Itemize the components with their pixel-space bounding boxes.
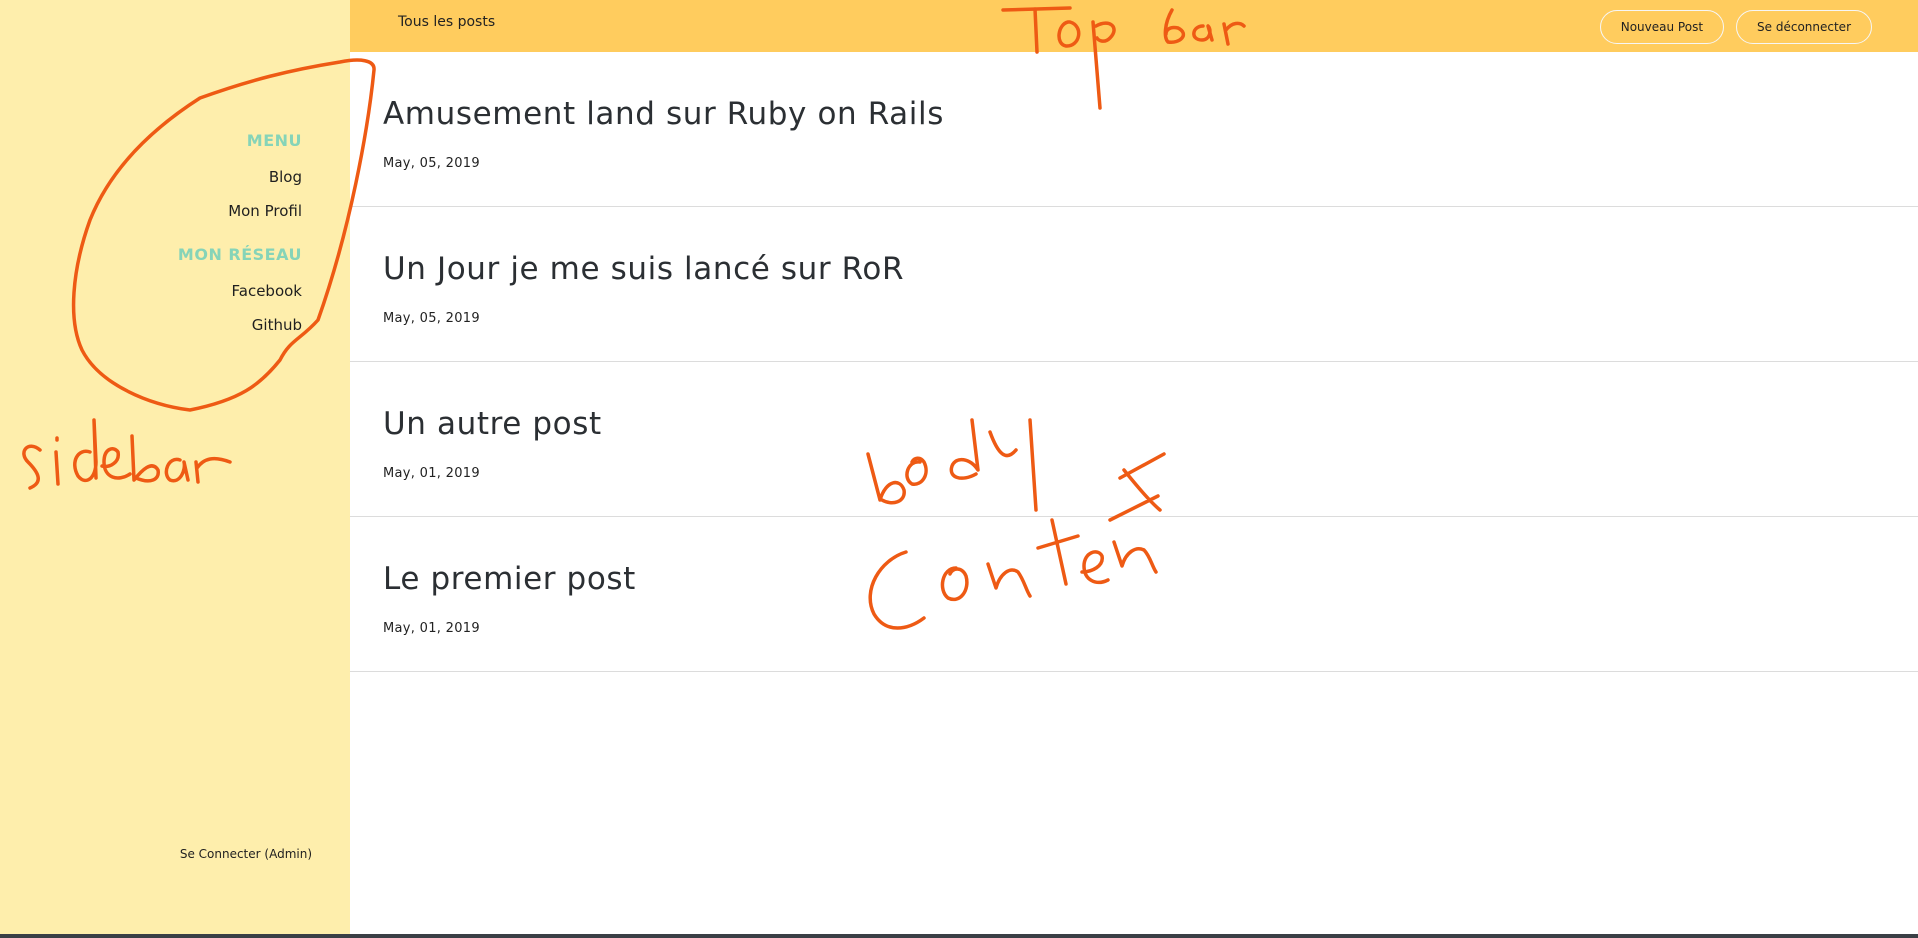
post-item: Un autre post May, 01, 2019 bbox=[350, 362, 1918, 517]
sidebar-item-mon-profil[interactable]: Mon Profil bbox=[178, 194, 302, 228]
sidebar-nav: MENU Blog Mon Profil MON RÉSEAU Facebook… bbox=[178, 130, 302, 342]
logout-button[interactable]: Se déconnecter bbox=[1736, 10, 1872, 44]
post-item: Amusement land sur Ruby on Rails May, 05… bbox=[350, 52, 1918, 207]
post-date: May, 05, 2019 bbox=[383, 156, 480, 171]
all-posts-link[interactable]: Tous les posts bbox=[398, 14, 495, 30]
taskbar-edge bbox=[0, 934, 1918, 938]
sidebar-item-facebook[interactable]: Facebook bbox=[178, 274, 302, 308]
post-title[interactable]: Un autre post bbox=[383, 406, 602, 442]
new-post-button[interactable]: Nouveau Post bbox=[1599, 10, 1725, 44]
post-date: May, 05, 2019 bbox=[383, 311, 480, 326]
network-heading: MON RÉSEAU bbox=[177, 245, 302, 264]
post-item: Un Jour je me suis lancé sur RoR May, 05… bbox=[350, 207, 1918, 362]
sidebar-item-blog[interactable]: Blog bbox=[178, 160, 302, 194]
sidebar-item-github[interactable]: Github bbox=[178, 308, 302, 342]
topbar-actions: Nouveau Post Se déconnecter bbox=[1599, 10, 1872, 44]
post-date: May, 01, 2019 bbox=[383, 621, 480, 636]
post-title[interactable]: Amusement land sur Ruby on Rails bbox=[383, 96, 944, 132]
admin-login-link[interactable]: Se Connecter (Admin) bbox=[180, 847, 312, 861]
posts-list: Amusement land sur Ruby on Rails May, 05… bbox=[350, 52, 1918, 938]
app-window: MENU Blog Mon Profil MON RÉSEAU Facebook… bbox=[0, 0, 1918, 938]
post-title[interactable]: Un Jour je me suis lancé sur RoR bbox=[383, 251, 904, 287]
sidebar: MENU Blog Mon Profil MON RÉSEAU Facebook… bbox=[0, 0, 350, 938]
top-bar: Tous les posts Nouveau Post Se déconnect… bbox=[350, 0, 1918, 52]
menu-heading: MENU bbox=[246, 131, 302, 150]
post-date: May, 01, 2019 bbox=[383, 466, 480, 481]
post-item: Le premier post May, 01, 2019 bbox=[350, 517, 1918, 672]
post-title[interactable]: Le premier post bbox=[383, 561, 636, 597]
